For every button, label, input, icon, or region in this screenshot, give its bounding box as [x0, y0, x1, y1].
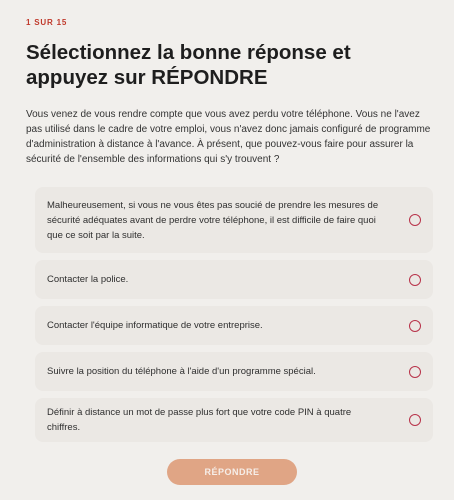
- radio-button[interactable]: [409, 273, 421, 286]
- answer-option-2[interactable]: Contacter la police.: [35, 260, 433, 299]
- submit-answer-button[interactable]: RÉPONDRE: [167, 459, 297, 485]
- radio-button[interactable]: [409, 214, 421, 226]
- answer-option-label: Contacter la police.: [47, 274, 129, 285]
- radio-button[interactable]: [409, 365, 421, 378]
- progress-counter: 1 SUR 15: [26, 18, 68, 27]
- answer-option-label: Malheureusement, si vous ne vous êtes pa…: [47, 199, 379, 241]
- answer-options: Malheureusement, si vous ne vous êtes pa…: [35, 187, 433, 449]
- answer-option-4[interactable]: Suivre la position du téléphone à l'aide…: [35, 352, 433, 391]
- answer-option-label: Suivre la position du téléphone à l'aide…: [47, 366, 316, 377]
- answer-option-1[interactable]: Malheureusement, si vous ne vous êtes pa…: [35, 187, 433, 253]
- answer-option-3[interactable]: Contacter l'équipe informatique de votre…: [35, 306, 433, 345]
- answer-option-label: Définir à distance un mot de passe plus …: [47, 407, 352, 433]
- answer-option-5[interactable]: Définir à distance un mot de passe plus …: [35, 398, 433, 442]
- page-title: Sélectionnez la bonne réponse et appuyez…: [26, 41, 351, 89]
- radio-button[interactable]: [409, 414, 421, 426]
- answer-option-label: Contacter l'équipe informatique de votre…: [47, 320, 263, 331]
- radio-button[interactable]: [409, 319, 421, 332]
- question-text: Vous venez de vous rendre compte que vou…: [26, 109, 431, 165]
